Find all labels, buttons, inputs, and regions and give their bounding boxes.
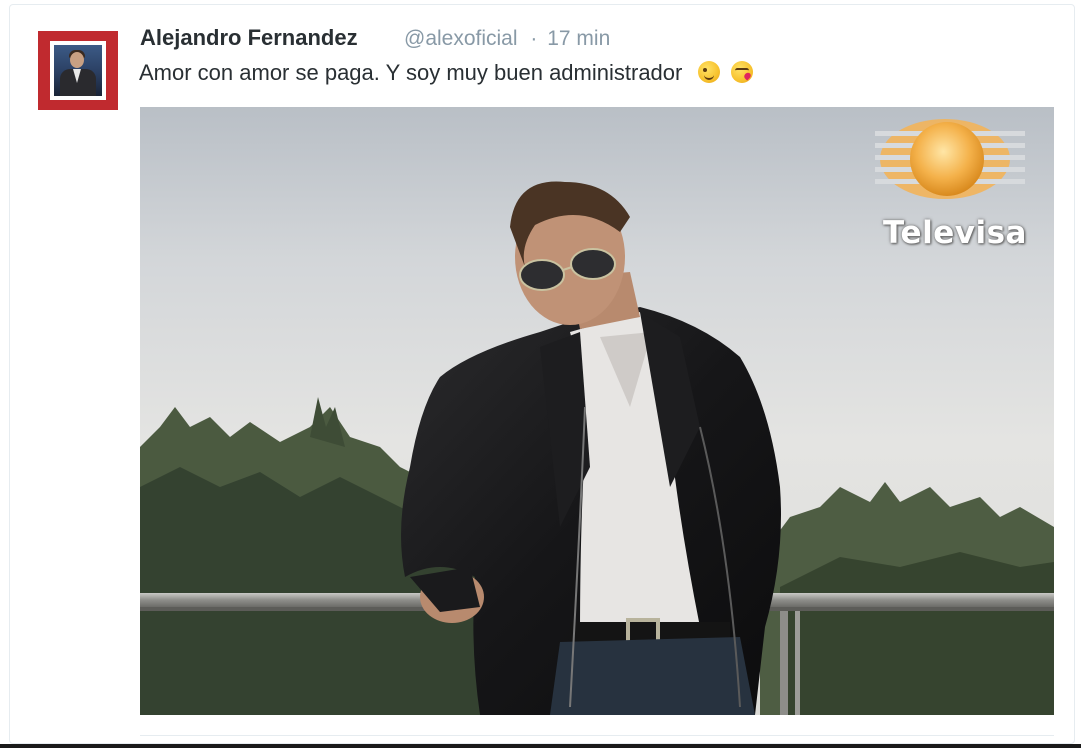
avatar[interactable] xyxy=(38,31,118,110)
televisa-logo: Televisa xyxy=(865,117,1045,251)
meta-separator: · xyxy=(530,27,538,50)
winking-face-icon xyxy=(698,61,721,83)
avatar-photo xyxy=(54,45,102,96)
tweet-media-photo[interactable]: Televisa xyxy=(140,107,1054,715)
televisa-sun-icon xyxy=(875,119,1025,199)
tweet-text-body: Amor con amor se paga. Y soy muy buen ad… xyxy=(139,60,683,85)
tweet-meta: @alexoficial · 17 min xyxy=(404,27,610,51)
avatar-frame xyxy=(50,41,106,100)
divider xyxy=(140,735,1054,736)
televisa-wordmark: Televisa xyxy=(883,215,1027,251)
author-name[interactable]: Alejandro Fernandez xyxy=(140,25,358,51)
tweet-text: Amor con amor se paga. Y soy muy buen ad… xyxy=(139,60,753,86)
screen-bottom-edge xyxy=(0,744,1081,748)
tweet-timestamp[interactable]: 17 min xyxy=(547,27,610,51)
face-blowing-kiss-icon xyxy=(730,61,753,83)
author-handle[interactable]: @alexoficial xyxy=(404,27,518,51)
